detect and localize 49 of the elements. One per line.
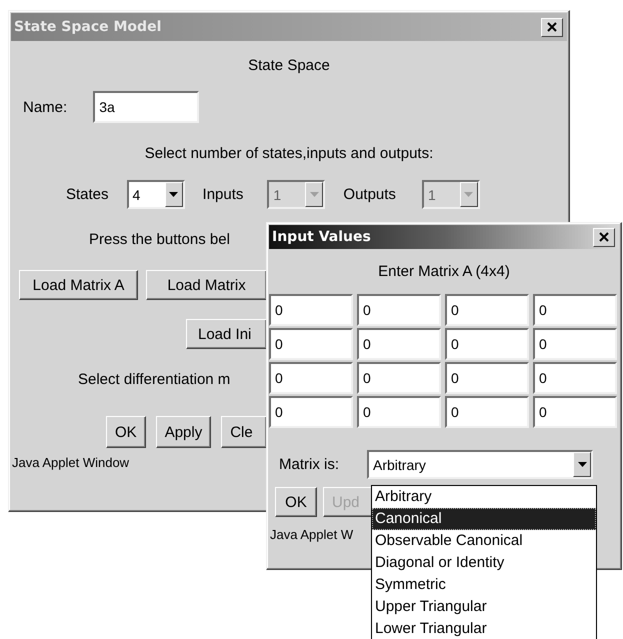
action-button[interactable]: OK [106, 416, 146, 448]
matrix-field[interactable]: 0 [357, 362, 441, 394]
selector-label: Inputs [202, 186, 244, 203]
matrix-field[interactable]: 0 [357, 396, 441, 428]
matrix-field[interactable]: 0 [533, 328, 617, 360]
name-field[interactable]: 3a [93, 91, 200, 123]
action-button[interactable]: Apply [156, 416, 212, 448]
count-dropdown[interactable]: 4 [126, 180, 185, 209]
matrix-field[interactable]: 0 [533, 294, 617, 326]
matrix-field[interactable]: 0 [445, 396, 529, 428]
status-text: Java Applet Window [12, 455, 130, 470]
matrix-field[interactable]: 0 [533, 362, 617, 394]
window-title: State Space Model [14, 19, 162, 35]
matrix-field[interactable]: 0 [269, 396, 353, 428]
caret-icon [464, 192, 474, 197]
name-label: Name: [23, 98, 68, 116]
caret-icon [169, 192, 178, 197]
status-text: Java Applet W [270, 527, 354, 542]
matrix-type-label: Matrix is: [279, 456, 339, 473]
matrix-type-dropdown[interactable]: Arbitrary [367, 450, 593, 479]
dropdown-option[interactable]: Canonical [372, 508, 596, 530]
selector-label: Outputs [343, 186, 396, 203]
method-prompt: Select differentiation m [78, 371, 230, 388]
matrix-field[interactable]: 0 [269, 362, 353, 394]
close-button[interactable] [593, 228, 615, 246]
load-initial-button[interactable]: Load Ini [186, 319, 267, 349]
matrix-field[interactable]: 0 [445, 362, 529, 394]
close-button[interactable] [541, 18, 563, 36]
window-title: Input Values [272, 229, 371, 245]
selector-label: States [66, 186, 109, 203]
buttons-prompt: Press the buttons bel [89, 231, 230, 248]
matrix-field[interactable]: 0 [269, 328, 353, 360]
action-button[interactable]: Cle [221, 416, 267, 448]
caret-icon [578, 462, 586, 467]
close-icon [599, 232, 609, 242]
caret-icon [310, 192, 319, 197]
matrix-field[interactable]: 0 [445, 294, 529, 326]
matrix-field[interactable]: 0 [357, 328, 441, 360]
matrix-field[interactable]: 0 [533, 396, 617, 428]
matrix-field[interactable]: 0 [357, 294, 441, 326]
matrix-field[interactable]: 0 [269, 294, 353, 326]
matrix-field[interactable]: 0 [445, 328, 529, 360]
count-prompt: Select number of states,inputs and outputs: [144, 145, 434, 162]
dialog-heading: Enter Matrix A (4x4) [378, 263, 510, 280]
close-icon [547, 22, 557, 32]
dialog-button[interactable]: OK [275, 487, 317, 517]
heading: State Space [248, 57, 330, 74]
load-matrix-button[interactable]: Load Matrix [146, 270, 267, 300]
load-matrix-button[interactable]: Load Matrix A [19, 270, 138, 300]
